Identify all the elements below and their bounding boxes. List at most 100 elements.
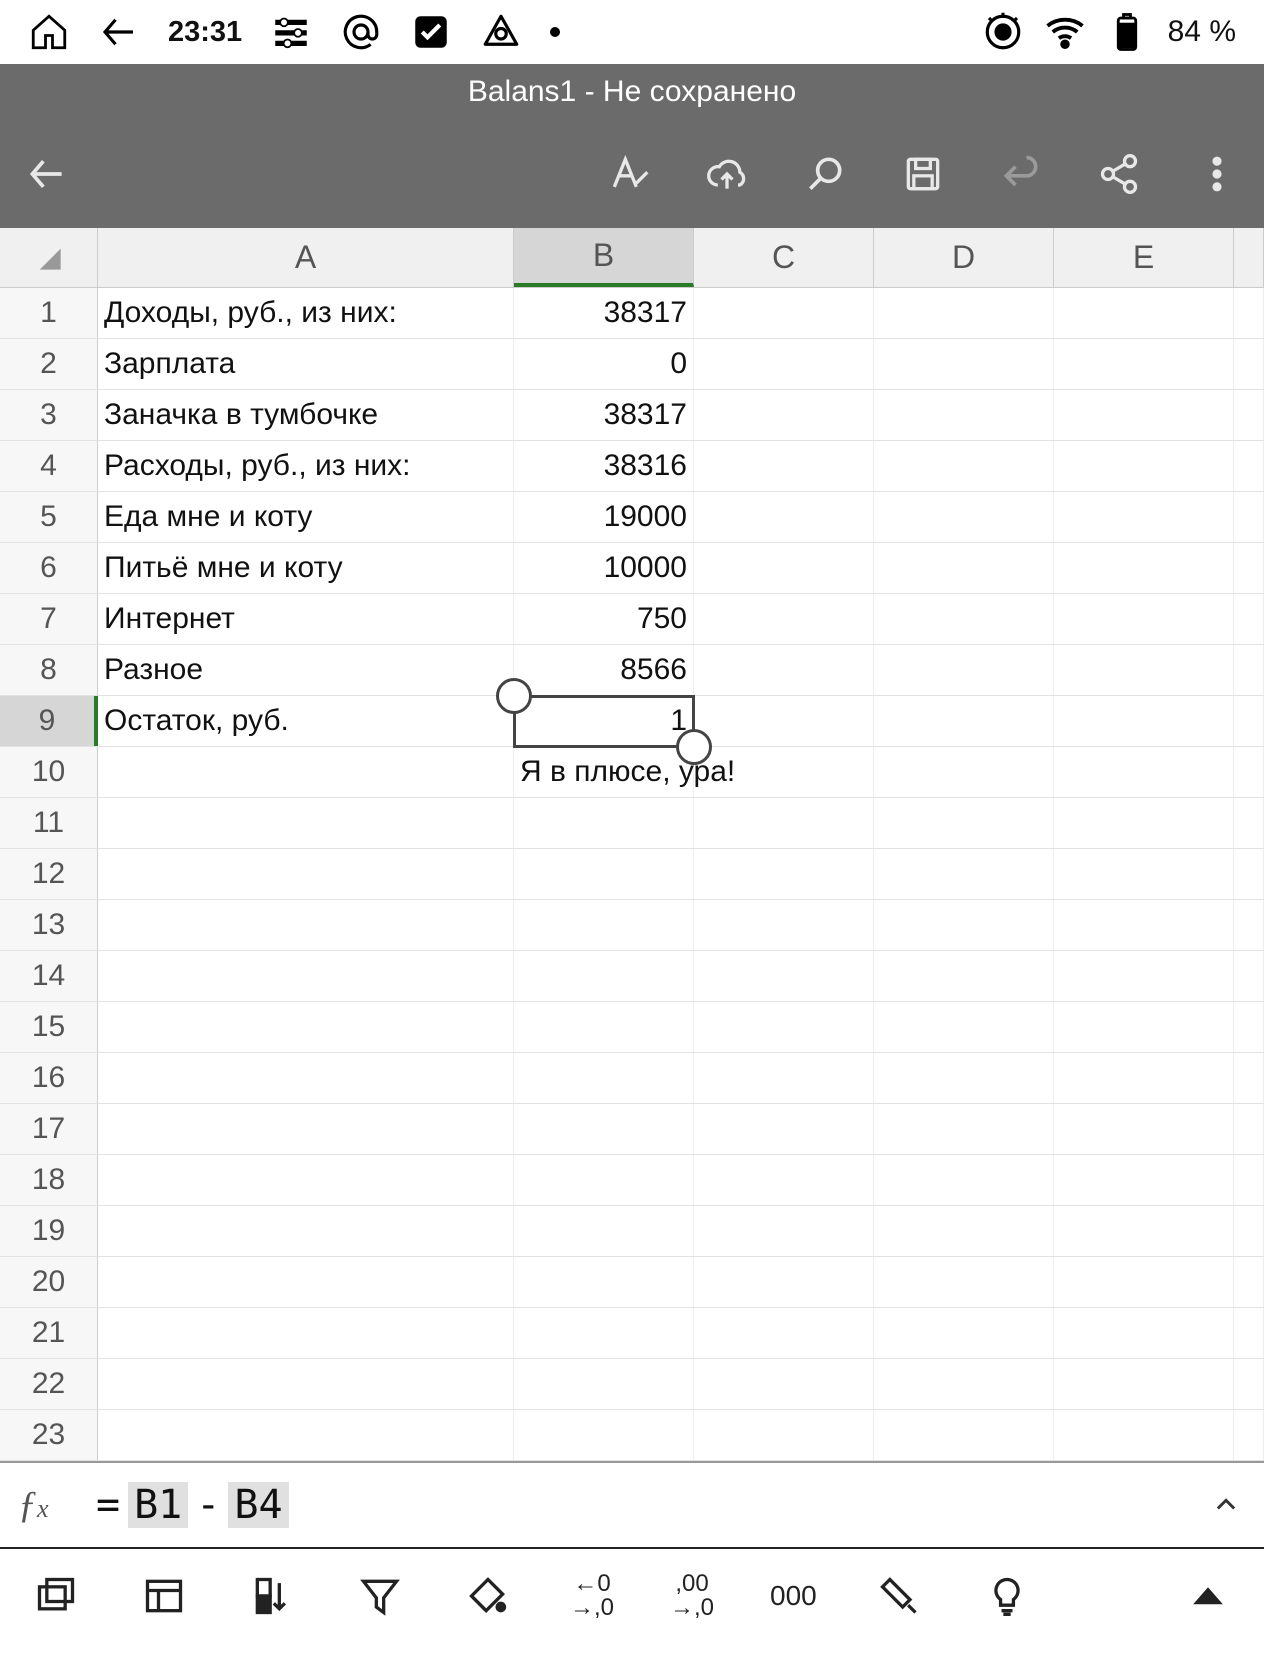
cell-E10[interactable] bbox=[1054, 747, 1234, 797]
search-button[interactable] bbox=[798, 147, 852, 201]
cell-D23[interactable] bbox=[874, 1410, 1054, 1460]
back-button[interactable] bbox=[20, 147, 74, 201]
cell-E8[interactable] bbox=[1054, 645, 1234, 695]
increase-decimal-button[interactable]: ,00 →,0 bbox=[670, 1570, 714, 1622]
cell-D8[interactable] bbox=[874, 645, 1054, 695]
select-all-corner[interactable] bbox=[0, 228, 98, 287]
cell-E23[interactable] bbox=[1054, 1410, 1234, 1460]
cell-C1[interactable] bbox=[694, 288, 874, 338]
cell-D22[interactable] bbox=[874, 1359, 1054, 1409]
cell-C8[interactable] bbox=[694, 645, 874, 695]
row-header[interactable]: 3 bbox=[0, 390, 98, 440]
cell-E1[interactable] bbox=[1054, 288, 1234, 338]
column-header-D[interactable]: D bbox=[874, 228, 1054, 287]
row-header[interactable]: 8 bbox=[0, 645, 98, 695]
cell-F7[interactable] bbox=[1234, 594, 1264, 644]
cell-C9[interactable] bbox=[694, 696, 874, 746]
row-header[interactable]: 4 bbox=[0, 441, 98, 491]
cell-F18[interactable] bbox=[1234, 1155, 1264, 1205]
cell-C14[interactable] bbox=[694, 951, 874, 1001]
cell-B21[interactable] bbox=[514, 1308, 694, 1358]
cell-F4[interactable] bbox=[1234, 441, 1264, 491]
cell-F2[interactable] bbox=[1234, 339, 1264, 389]
cell-E15[interactable] bbox=[1054, 1002, 1234, 1052]
cell-F3[interactable] bbox=[1234, 390, 1264, 440]
cell-B11[interactable] bbox=[514, 798, 694, 848]
save-button[interactable] bbox=[896, 147, 950, 201]
cell-B6[interactable]: 10000 bbox=[514, 543, 694, 593]
cell-D19[interactable] bbox=[874, 1206, 1054, 1256]
row-header[interactable]: 14 bbox=[0, 951, 98, 1001]
font-style-button[interactable] bbox=[602, 147, 656, 201]
cell-A3[interactable]: Заначка в тумбочке bbox=[98, 390, 514, 440]
column-header-C[interactable]: C bbox=[694, 228, 874, 287]
row-header[interactable]: 10 bbox=[0, 747, 98, 797]
layout-button[interactable] bbox=[138, 1570, 190, 1622]
cell-E4[interactable] bbox=[1054, 441, 1234, 491]
cell-C18[interactable] bbox=[694, 1155, 874, 1205]
cell-A21[interactable] bbox=[98, 1308, 514, 1358]
row-header[interactable]: 2 bbox=[0, 339, 98, 389]
cell-D12[interactable] bbox=[874, 849, 1054, 899]
cell-C17[interactable] bbox=[694, 1104, 874, 1154]
cell-F23[interactable] bbox=[1234, 1410, 1264, 1460]
cell-E14[interactable] bbox=[1054, 951, 1234, 1001]
idea-button[interactable] bbox=[981, 1570, 1033, 1622]
cell-F15[interactable] bbox=[1234, 1002, 1264, 1052]
cell-F16[interactable] bbox=[1234, 1053, 1264, 1103]
cell-A11[interactable] bbox=[98, 798, 514, 848]
row-header[interactable]: 12 bbox=[0, 849, 98, 899]
cell-C5[interactable] bbox=[694, 492, 874, 542]
cell-D7[interactable] bbox=[874, 594, 1054, 644]
row-header[interactable]: 5 bbox=[0, 492, 98, 542]
decrease-decimal-button[interactable]: ←0 →,0 bbox=[570, 1570, 614, 1622]
formula-bar[interactable]: ƒx = B1 - B4 bbox=[0, 1461, 1264, 1547]
cell-C4[interactable] bbox=[694, 441, 874, 491]
cell-E11[interactable] bbox=[1054, 798, 1234, 848]
cell-F10[interactable] bbox=[1234, 747, 1264, 797]
cell-C19[interactable] bbox=[694, 1206, 874, 1256]
cell-D1[interactable] bbox=[874, 288, 1054, 338]
cell-E19[interactable] bbox=[1054, 1206, 1234, 1256]
cell-A16[interactable] bbox=[98, 1053, 514, 1103]
cell-B17[interactable] bbox=[514, 1104, 694, 1154]
cell-C23[interactable] bbox=[694, 1410, 874, 1460]
cell-D6[interactable] bbox=[874, 543, 1054, 593]
row-header[interactable]: 16 bbox=[0, 1053, 98, 1103]
cell-A1[interactable]: Доходы, руб., из них: bbox=[98, 288, 514, 338]
cell-B3[interactable]: 38317 bbox=[514, 390, 694, 440]
cell-A12[interactable] bbox=[98, 849, 514, 899]
cell-B1[interactable]: 38317 bbox=[514, 288, 694, 338]
cell-E2[interactable] bbox=[1054, 339, 1234, 389]
cell-F14[interactable] bbox=[1234, 951, 1264, 1001]
cell-A22[interactable] bbox=[98, 1359, 514, 1409]
cell-C22[interactable] bbox=[694, 1359, 874, 1409]
home-icon[interactable] bbox=[28, 11, 70, 53]
cell-B13[interactable] bbox=[514, 900, 694, 950]
cell-A14[interactable] bbox=[98, 951, 514, 1001]
row-header[interactable]: 9 bbox=[0, 696, 98, 746]
cell-D3[interactable] bbox=[874, 390, 1054, 440]
cell-B14[interactable] bbox=[514, 951, 694, 1001]
row-header[interactable]: 17 bbox=[0, 1104, 98, 1154]
cell-E5[interactable] bbox=[1054, 492, 1234, 542]
column-header-A[interactable]: A bbox=[98, 228, 514, 287]
cell-B7[interactable]: 750 bbox=[514, 594, 694, 644]
cell-A19[interactable] bbox=[98, 1206, 514, 1256]
cell-F12[interactable] bbox=[1234, 849, 1264, 899]
cell-D11[interactable] bbox=[874, 798, 1054, 848]
cell-D13[interactable] bbox=[874, 900, 1054, 950]
cell-D5[interactable] bbox=[874, 492, 1054, 542]
formula-input[interactable]: = B1 - B4 bbox=[96, 1482, 1188, 1528]
cell-E12[interactable] bbox=[1054, 849, 1234, 899]
cell-D18[interactable] bbox=[874, 1155, 1054, 1205]
cell-B20[interactable] bbox=[514, 1257, 694, 1307]
cell-C21[interactable] bbox=[694, 1308, 874, 1358]
cell-E16[interactable] bbox=[1054, 1053, 1234, 1103]
row-header[interactable]: 15 bbox=[0, 1002, 98, 1052]
cell-A18[interactable] bbox=[98, 1155, 514, 1205]
row-header[interactable]: 11 bbox=[0, 798, 98, 848]
back-arrow-icon[interactable] bbox=[98, 11, 140, 53]
cell-F8[interactable] bbox=[1234, 645, 1264, 695]
cell-C15[interactable] bbox=[694, 1002, 874, 1052]
